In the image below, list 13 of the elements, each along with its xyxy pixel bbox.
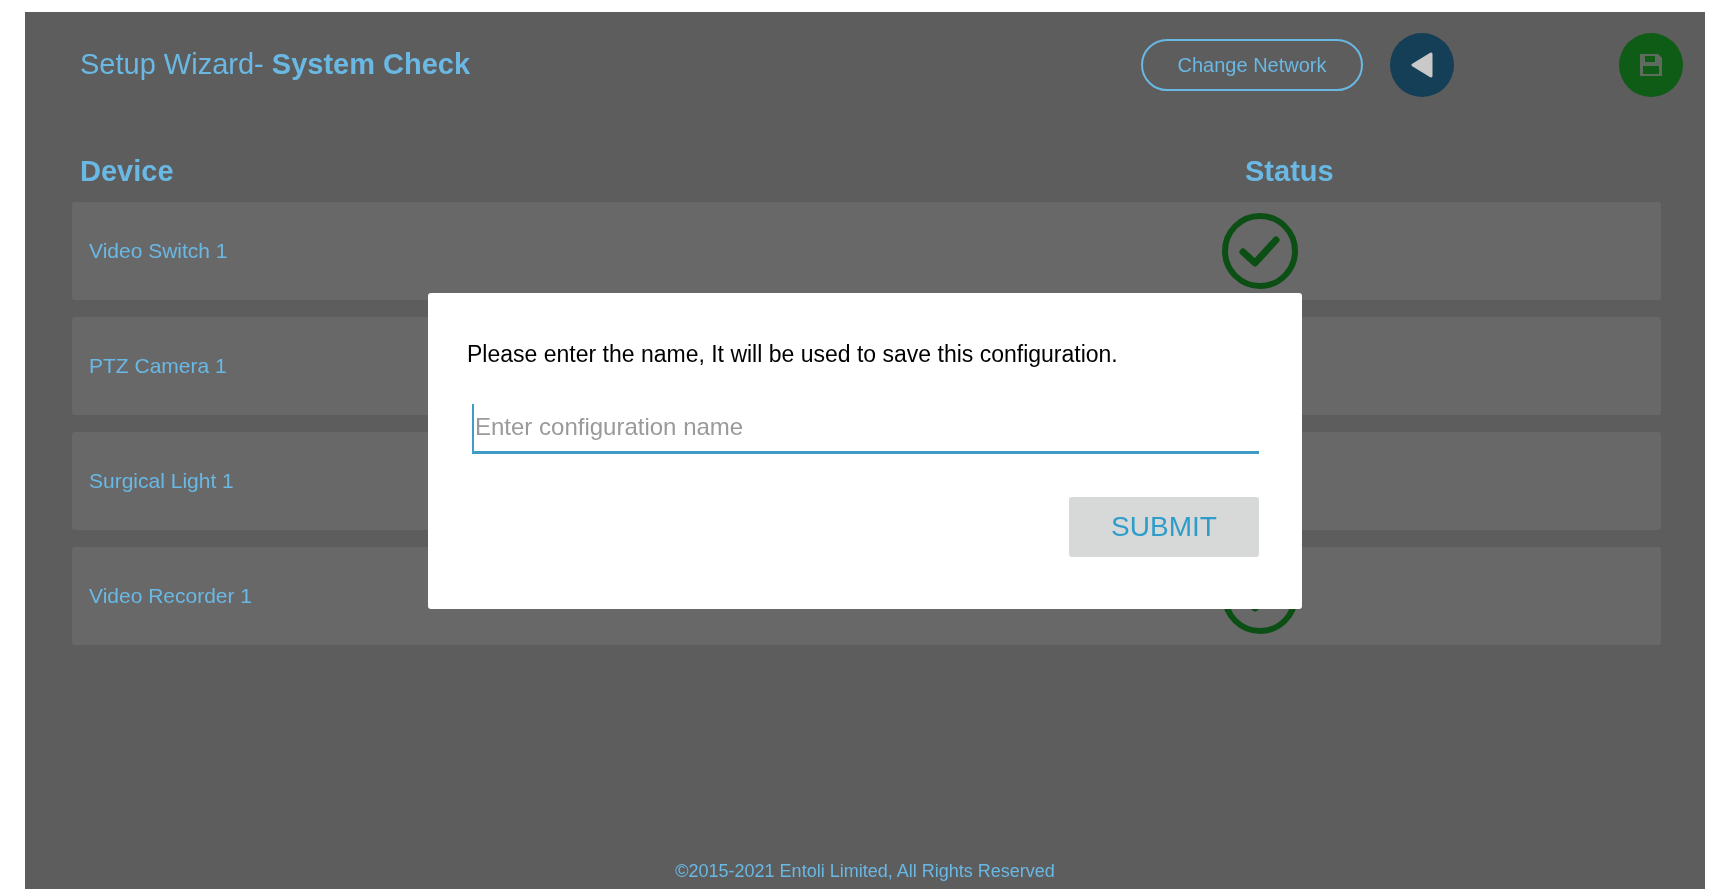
triangle-left-icon xyxy=(1411,51,1433,78)
page-title: Setup Wizard- System Check xyxy=(80,46,472,82)
device-name: Video Switch 1 xyxy=(89,237,228,264)
dialog-message: Please enter the name, It will be used to save this configuration. xyxy=(467,340,1119,369)
device-name: Video Recorder 1 xyxy=(89,582,253,609)
device-name: PTZ Camera 1 xyxy=(89,352,227,379)
device-name: Surgical Light 1 xyxy=(89,467,234,494)
configuration-name-input[interactable]: Enter configuration name xyxy=(472,403,1259,454)
copyright-text: ©2015-2021 Entoli Limited, All Rights Reserved xyxy=(674,860,1056,883)
column-header: Status xyxy=(1245,154,1334,189)
change-network-button[interactable]: Change Network xyxy=(1141,38,1363,91)
column-header: Device xyxy=(80,154,175,189)
submit-button[interactable]: SUBMIT xyxy=(1069,496,1259,557)
